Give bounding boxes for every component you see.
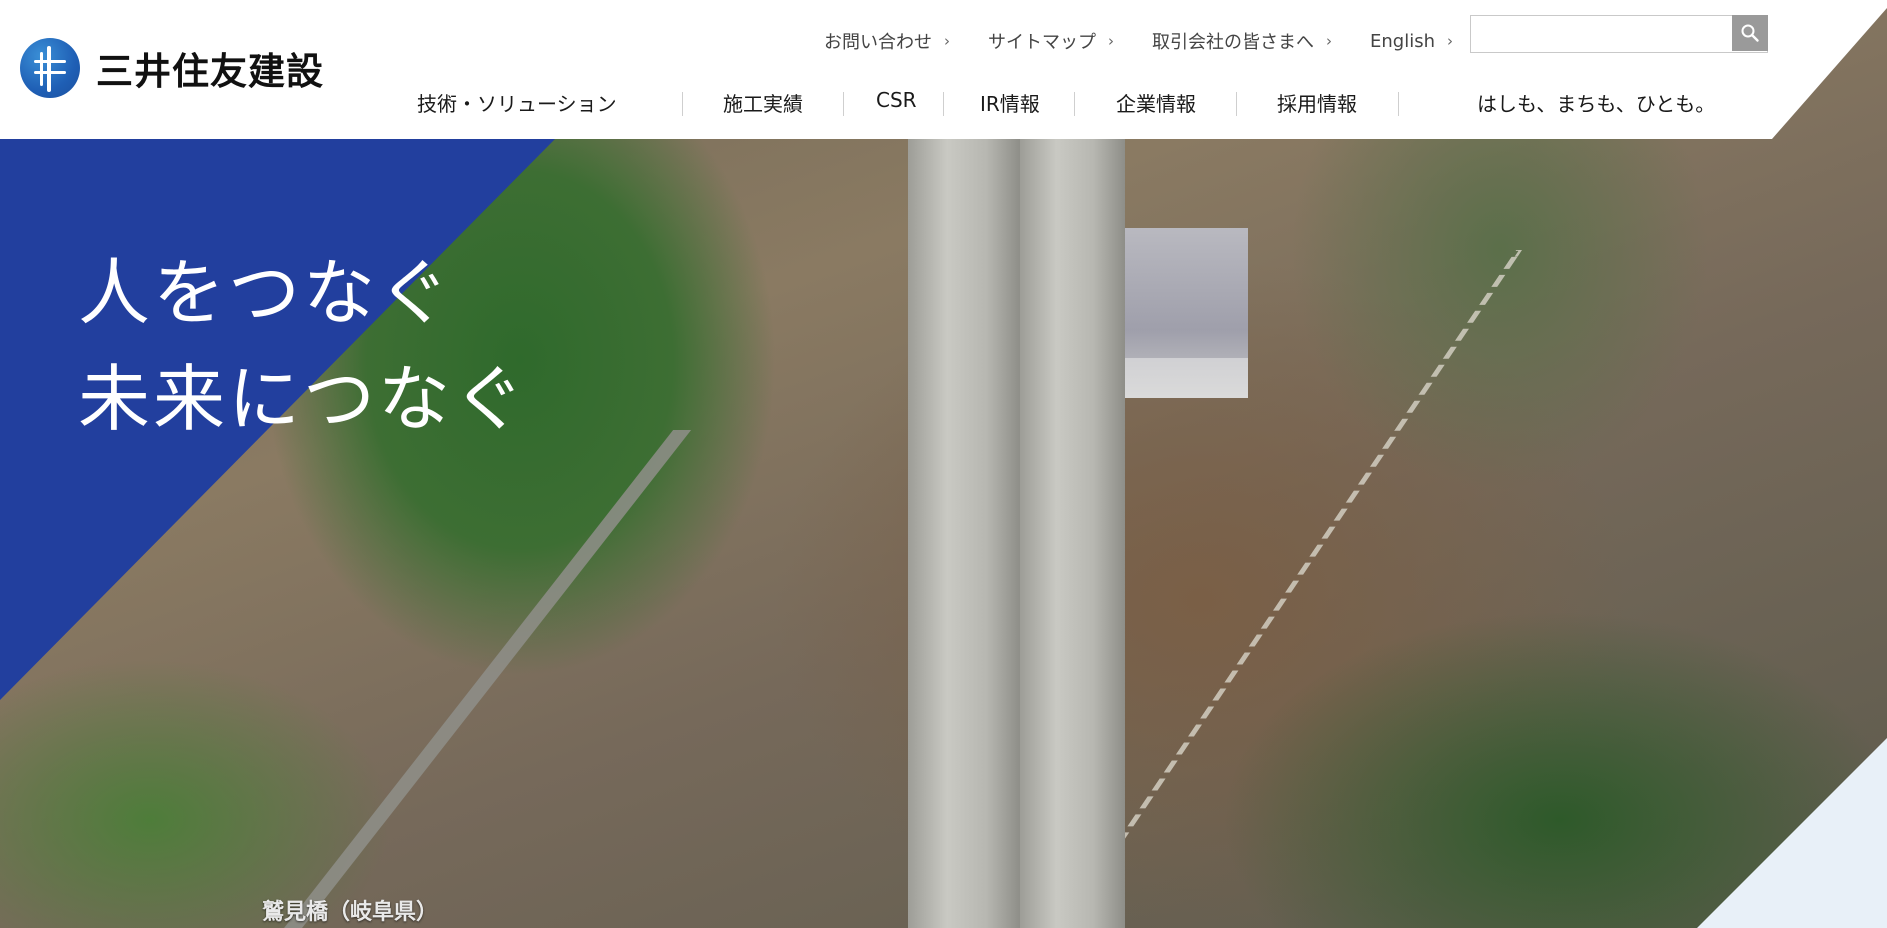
chevron-right-icon: › [944,32,950,50]
chevron-right-icon: › [1108,32,1114,50]
chevron-right-icon: › [1326,32,1332,50]
nav-item-recruit[interactable]: 採用情報 [1277,88,1357,117]
nav-item-technology[interactable]: 技術・ソリューション [417,88,617,117]
search-input[interactable] [1471,16,1732,50]
util-link-label: お問い合わせ [824,32,932,53]
search-icon [1741,24,1759,42]
hero-photo-bridge-pillar [1020,130,1125,928]
util-link-sitemap[interactable]: サイトマップ › [988,28,1114,54]
main-nav: 技術・ソリューション 施工実績 CSR IR情報 企業情報 採用情報 はしも、ま… [0,86,1887,118]
nav-separator [1074,92,1075,116]
search-button[interactable] [1732,15,1768,51]
hero-photo-caption: 鷲見橋（岐阜県） [262,900,439,925]
hero-tagline-line1: 人をつなぐ [78,251,454,335]
nav-separator [682,92,683,116]
nav-separator [1236,92,1237,116]
util-link-label: サイトマップ [988,32,1096,53]
nav-item-ir[interactable]: IR情報 [980,88,1040,117]
hero-tagline: 人をつなぐ 未来につなぐ [78,240,528,452]
util-link-english[interactable]: English › [1370,28,1453,54]
nav-item-csr[interactable]: CSR [876,88,917,112]
utility-nav: お問い合わせ › サイトマップ › 取引会社の皆さまへ › English › [824,28,1491,54]
nav-item-company[interactable]: 企業情報 [1116,88,1196,117]
hero-photo-bridge-pillar [908,130,1020,928]
hero-photo-building [1108,228,1248,398]
util-link-contact[interactable]: お問い合わせ › [824,28,950,54]
nav-item-projects[interactable]: 施工実績 [723,88,803,117]
util-link-suppliers[interactable]: 取引会社の皆さまへ › [1152,28,1332,54]
util-link-label: 取引会社の皆さまへ [1152,32,1314,53]
chevron-right-icon: › [1447,32,1453,50]
hero-banner: 人をつなぐ 未来につなぐ 鷲見橋（岐阜県） [0,0,1887,928]
hero-tagline-line2: 未来につなぐ [78,357,529,441]
nav-separator [943,92,944,116]
nav-item-brand-message[interactable]: はしも、まちも、ひとも。 [1477,88,1715,117]
site-header: 三井住友建設 お問い合わせ › サイトマップ › 取引会社の皆さまへ › Eng… [0,0,1887,139]
util-link-label: English [1370,30,1435,52]
search-box [1470,15,1768,53]
nav-separator [843,92,844,116]
nav-separator [1398,92,1399,116]
